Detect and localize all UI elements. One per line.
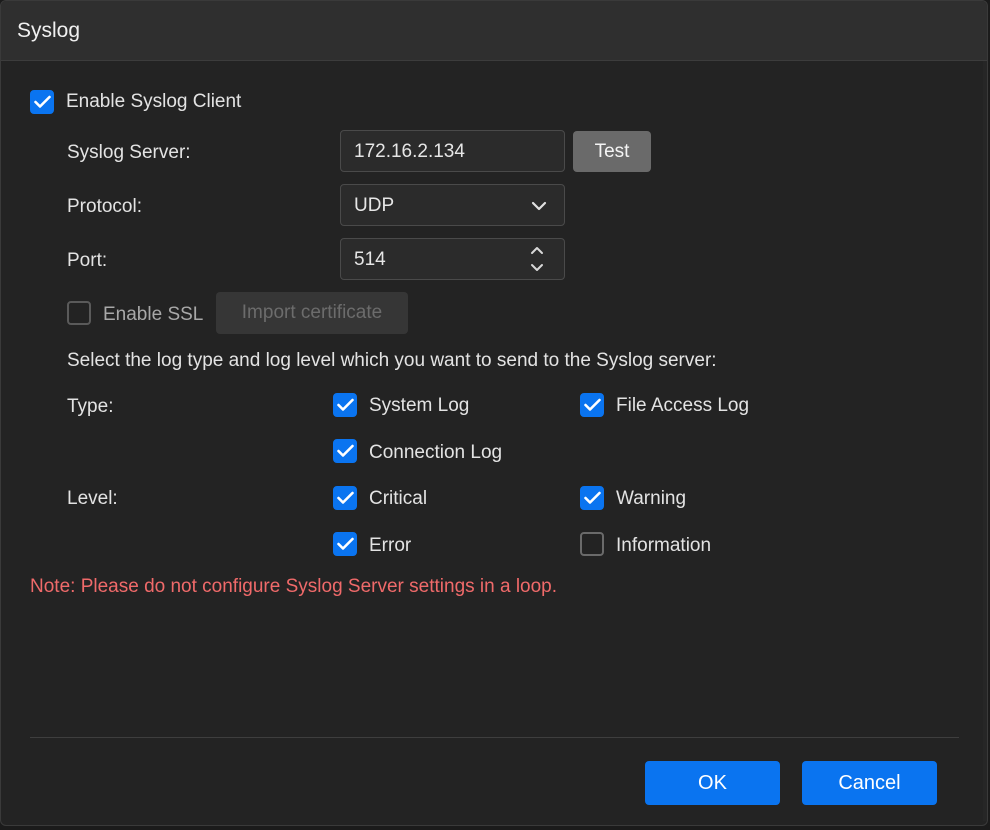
information-label: Information [616,535,712,556]
file-access-log-checkbox[interactable] [580,393,604,417]
ok-button[interactable]: OK [645,761,780,805]
port-label: Port: [67,250,108,271]
protocol-label: Protocol: [67,196,142,217]
scrollbar-track[interactable] [983,61,987,821]
protocol-select[interactable]: UDP [340,184,565,226]
type-label: Type: [67,396,114,417]
connection-log-label: Connection Log [369,442,503,463]
cancel-button[interactable]: Cancel [802,761,937,805]
check-icon [584,491,601,504]
syslog-server-input[interactable]: 172.16.2.134 [340,130,565,172]
import-certificate-button[interactable]: Import certificate [216,292,408,334]
stepper-down-icon[interactable] [530,263,544,273]
error-label: Error [369,535,412,556]
check-icon [337,398,354,411]
enable-ssl-label: Enable SSL [103,304,204,325]
warning-label: Warning [616,488,687,509]
footer-divider [30,737,959,738]
system-log-label: System Log [369,395,470,416]
port-value: 514 [354,249,386,270]
error-checkbox[interactable] [333,532,357,556]
enable-syslog-client-label: Enable Syslog Client [66,91,242,112]
chevron-down-icon [531,201,547,211]
syslog-dialog: Syslog Enable Syslog Client Syslog Serve… [0,0,988,826]
critical-label: Critical [369,488,428,509]
port-stepper[interactable]: 514 [340,238,565,280]
check-icon [337,537,354,550]
level-label: Level: [67,488,118,509]
system-log-checkbox[interactable] [333,393,357,417]
log-selection-instructions: Select the log type and log level which … [67,350,717,371]
dialog-titlebar: Syslog [1,1,987,61]
file-access-log-label: File Access Log [616,395,750,416]
connection-log-checkbox[interactable] [333,439,357,463]
information-checkbox[interactable] [580,532,604,556]
check-icon [337,491,354,504]
enable-ssl-checkbox[interactable] [67,301,91,325]
warning-checkbox[interactable] [580,486,604,510]
protocol-value: UDP [354,195,395,216]
check-icon [337,444,354,457]
syslog-server-label: Syslog Server: [67,142,191,163]
test-button[interactable]: Test [573,131,651,172]
stepper-up-icon[interactable] [530,245,544,255]
check-icon [34,95,51,108]
critical-checkbox[interactable] [333,486,357,510]
enable-syslog-client-checkbox[interactable] [30,90,54,114]
syslog-server-value: 172.16.2.134 [354,141,465,162]
check-icon [584,398,601,411]
loop-warning-note: Note: Please do not configure Syslog Ser… [30,576,558,597]
dialog-title: Syslog [17,19,81,42]
